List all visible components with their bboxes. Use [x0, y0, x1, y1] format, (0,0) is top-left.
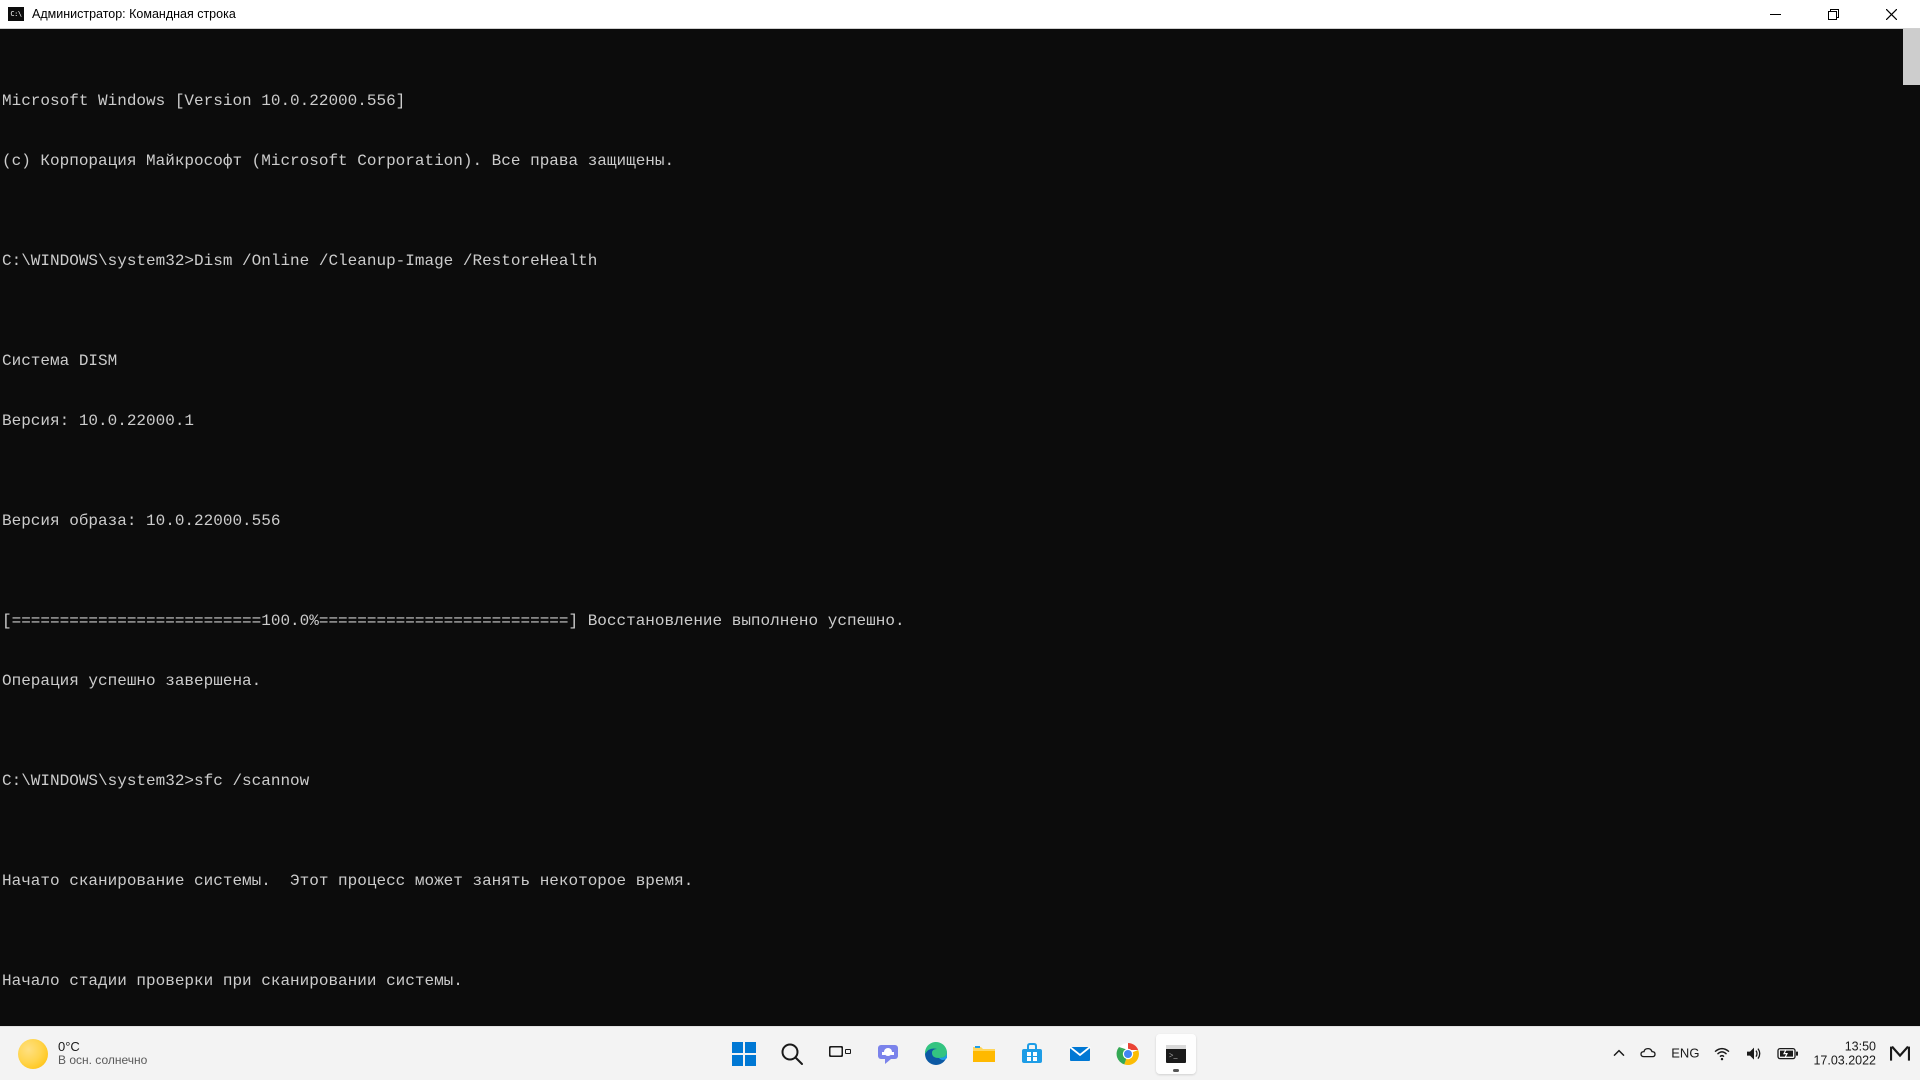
weather-sun-icon [18, 1039, 48, 1069]
volume-button[interactable] [1745, 1045, 1763, 1063]
weather-temp: 0°C [58, 1040, 147, 1054]
wifi-icon [1713, 1045, 1731, 1063]
system-tray: ENG 13:50 17 [1613, 1039, 1910, 1068]
command-prompt-button[interactable]: >_ [1156, 1034, 1196, 1074]
battery-button[interactable] [1777, 1047, 1799, 1061]
brand-icon [1890, 1046, 1910, 1062]
close-button[interactable] [1862, 0, 1920, 29]
onedrive-button[interactable] [1639, 1045, 1657, 1063]
terminal-line: [==========================100.0%=======… [2, 611, 1918, 631]
window-title: Администратор: Командная строка [32, 7, 236, 21]
chat-icon [875, 1041, 901, 1067]
battery-icon [1777, 1047, 1799, 1061]
edge-button[interactable] [916, 1034, 956, 1074]
search-button[interactable] [772, 1034, 812, 1074]
terminal-line: C:\WINDOWS\system32>Dism /Online /Cleanu… [2, 251, 1918, 271]
command-prompt-icon: >_ [1163, 1041, 1189, 1067]
terminal-line: Версия образа: 10.0.22000.556 [2, 511, 1918, 531]
minimize-button[interactable] [1746, 0, 1804, 29]
chrome-button[interactable] [1108, 1034, 1148, 1074]
terminal-line: Начато сканирование системы. Этот процес… [2, 871, 1918, 891]
time-text: 13:50 [1845, 1039, 1876, 1053]
brand-indicator[interactable] [1890, 1046, 1910, 1062]
terminal-line: Операция успешно завершена. [2, 671, 1918, 691]
terminal-line: Cистема DISM [2, 351, 1918, 371]
microsoft-store-button[interactable] [1012, 1034, 1052, 1074]
search-icon [779, 1041, 805, 1067]
task-view-icon [827, 1041, 853, 1067]
svg-text:>_: >_ [1169, 1051, 1179, 1060]
close-icon [1886, 9, 1897, 20]
start-button[interactable] [724, 1034, 764, 1074]
weather-desc: В осн. солнечно [58, 1054, 147, 1067]
wifi-button[interactable] [1713, 1045, 1731, 1063]
edge-icon [923, 1041, 949, 1067]
weather-widget[interactable]: 0°C В осн. солнечно [18, 1039, 147, 1069]
cloud-icon [1639, 1045, 1657, 1063]
chat-button[interactable] [868, 1034, 908, 1074]
maximize-button[interactable] [1804, 0, 1862, 29]
store-icon [1019, 1041, 1045, 1067]
chevron-up-icon [1613, 1048, 1625, 1060]
terminal-area[interactable]: Microsoft Windows [Version 10.0.22000.55… [0, 29, 1920, 1026]
terminal-line: Версия: 10.0.22000.1 [2, 411, 1918, 431]
mail-icon [1067, 1041, 1093, 1067]
terminal-line: C:\WINDOWS\system32>sfc /scannow [2, 771, 1918, 791]
terminal-line: Начало стадии проверки при сканировании … [2, 971, 1918, 991]
folder-icon [971, 1041, 997, 1067]
chrome-icon [1115, 1041, 1141, 1067]
terminal-line: (c) Корпорация Майкрософт (Microsoft Cor… [2, 151, 1918, 171]
minimize-icon [1770, 9, 1781, 20]
language-indicator[interactable]: ENG [1671, 1046, 1699, 1061]
task-view-button[interactable] [820, 1034, 860, 1074]
windows-start-icon [731, 1041, 757, 1067]
date-text: 17.03.2022 [1813, 1054, 1876, 1068]
speaker-icon [1745, 1045, 1763, 1063]
clock[interactable]: 13:50 17.03.2022 [1813, 1039, 1876, 1068]
file-explorer-button[interactable] [964, 1034, 1004, 1074]
taskbar: 0°C В осн. солнечно [0, 1026, 1920, 1080]
maximize-icon [1828, 9, 1839, 20]
scrollbar-thumb[interactable] [1903, 29, 1920, 85]
app-icon: C:\ [8, 7, 24, 21]
mail-button[interactable] [1060, 1034, 1100, 1074]
titlebar: C:\ Администратор: Командная строка [0, 0, 1920, 29]
tray-overflow-button[interactable] [1613, 1048, 1625, 1060]
taskbar-apps: >_ [724, 1034, 1196, 1074]
terminal-line: Microsoft Windows [Version 10.0.22000.55… [2, 91, 1918, 111]
